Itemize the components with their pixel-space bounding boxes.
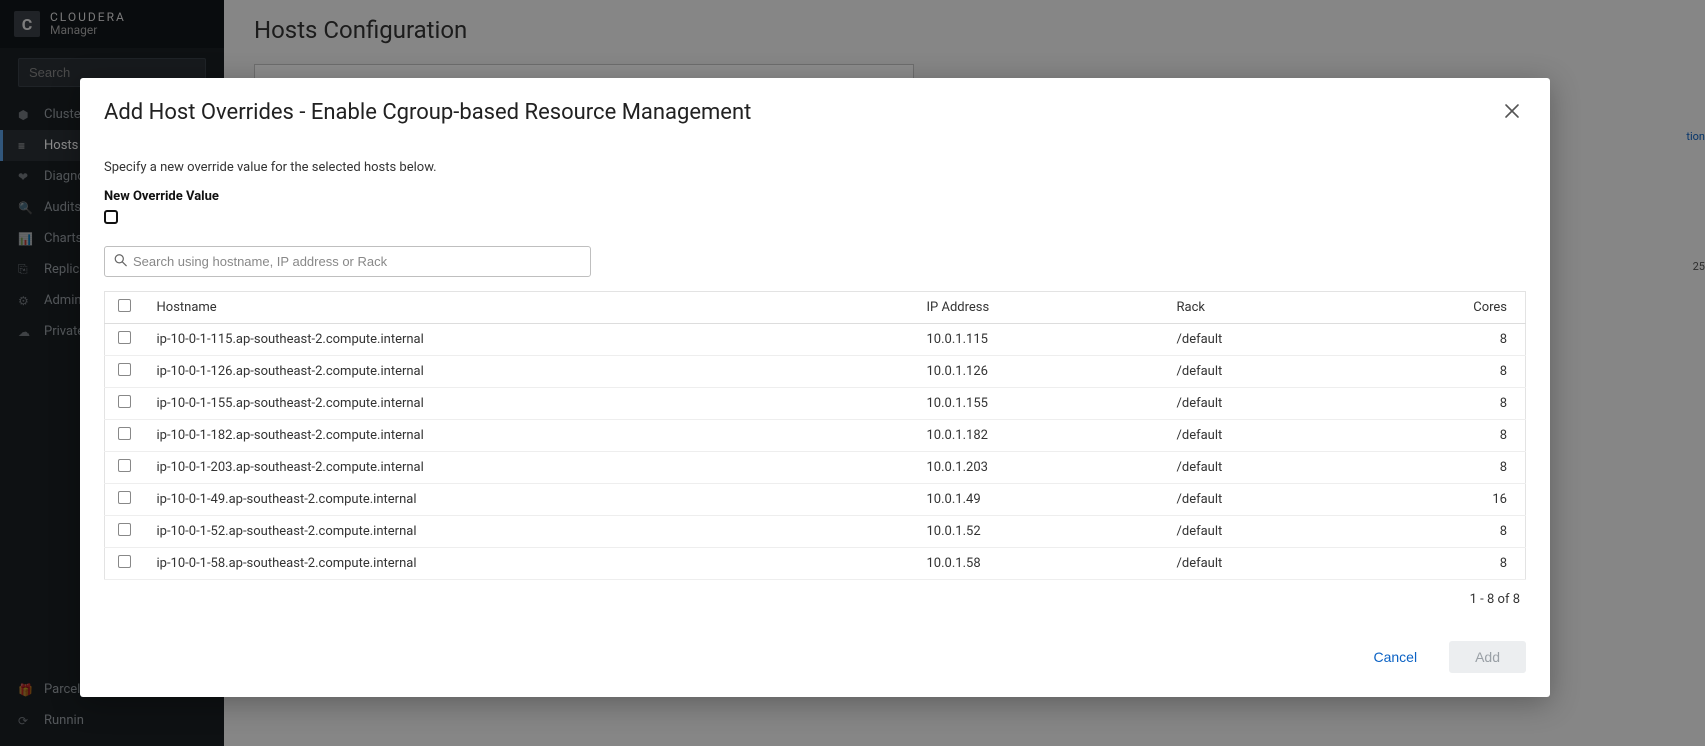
cell-rack: /default — [1165, 420, 1425, 452]
table-row[interactable]: ip-10-0-1-126.ap-southeast-2.compute.int… — [105, 356, 1526, 388]
host-search-input[interactable] — [104, 246, 591, 277]
select-all-checkbox[interactable] — [118, 299, 131, 312]
table-row[interactable]: ip-10-0-1-58.ap-southeast-2.compute.inte… — [105, 548, 1526, 580]
add-host-overrides-modal: Add Host Overrides - Enable Cgroup-based… — [80, 78, 1550, 697]
row-checkbox[interactable] — [118, 331, 131, 344]
cell-rack: /default — [1165, 484, 1425, 516]
row-checkbox[interactable] — [118, 555, 131, 568]
cell-ip: 10.0.1.49 — [915, 484, 1165, 516]
cell-cores: 8 — [1425, 516, 1526, 548]
cell-hostname: ip-10-0-1-115.ap-southeast-2.compute.int… — [145, 324, 915, 356]
modal-body: Specify a new override value for the sel… — [80, 138, 1550, 635]
cell-hostname: ip-10-0-1-49.ap-southeast-2.compute.inte… — [145, 484, 915, 516]
cell-ip: 10.0.1.58 — [915, 548, 1165, 580]
cell-cores: 8 — [1425, 452, 1526, 484]
add-button[interactable]: Add — [1449, 641, 1526, 673]
row-checkbox[interactable] — [118, 363, 131, 376]
row-checkbox[interactable] — [118, 427, 131, 440]
cell-ip: 10.0.1.126 — [915, 356, 1165, 388]
cell-hostname: ip-10-0-1-203.ap-southeast-2.compute.int… — [145, 452, 915, 484]
cell-cores: 8 — [1425, 388, 1526, 420]
override-value-checkbox[interactable] — [104, 210, 118, 224]
cancel-button[interactable]: Cancel — [1357, 641, 1433, 673]
table-row[interactable]: ip-10-0-1-182.ap-southeast-2.compute.int… — [105, 420, 1526, 452]
cell-cores: 8 — [1425, 420, 1526, 452]
row-checkbox[interactable] — [118, 459, 131, 472]
pagination-summary: 1 - 8 of 8 — [104, 580, 1526, 631]
modal-description: Specify a new override value for the sel… — [104, 160, 1526, 175]
table-row[interactable]: ip-10-0-1-115.ap-southeast-2.compute.int… — [105, 324, 1526, 356]
override-value-label: New Override Value — [104, 189, 1526, 204]
col-rack[interactable]: Rack — [1165, 292, 1425, 324]
cell-ip: 10.0.1.182 — [915, 420, 1165, 452]
cell-ip: 10.0.1.115 — [915, 324, 1165, 356]
cell-cores: 16 — [1425, 484, 1526, 516]
hosts-table-header-row: Hostname IP Address Rack Cores — [105, 292, 1526, 324]
row-checkbox[interactable] — [118, 523, 131, 536]
cell-rack: /default — [1165, 516, 1425, 548]
row-checkbox[interactable] — [118, 395, 131, 408]
cell-ip: 10.0.1.52 — [915, 516, 1165, 548]
cell-cores: 8 — [1425, 548, 1526, 580]
search-icon — [114, 253, 127, 270]
modal-header: Add Host Overrides - Enable Cgroup-based… — [80, 78, 1550, 138]
cell-cores: 8 — [1425, 324, 1526, 356]
cell-rack: /default — [1165, 452, 1425, 484]
cell-rack: /default — [1165, 324, 1425, 356]
cell-hostname: ip-10-0-1-182.ap-southeast-2.compute.int… — [145, 420, 915, 452]
cell-hostname: ip-10-0-1-155.ap-southeast-2.compute.int… — [145, 388, 915, 420]
modal-footer: Cancel Add — [80, 635, 1550, 697]
table-row[interactable]: ip-10-0-1-49.ap-southeast-2.compute.inte… — [105, 484, 1526, 516]
modal-title: Add Host Overrides - Enable Cgroup-based… — [104, 100, 1498, 125]
cell-hostname: ip-10-0-1-126.ap-southeast-2.compute.int… — [145, 356, 915, 388]
col-cores[interactable]: Cores — [1425, 292, 1526, 324]
row-checkbox[interactable] — [118, 491, 131, 504]
cell-hostname: ip-10-0-1-58.ap-southeast-2.compute.inte… — [145, 548, 915, 580]
hosts-table: Hostname IP Address Rack Cores ip-10-0-1… — [104, 291, 1526, 580]
table-row[interactable]: ip-10-0-1-52.ap-southeast-2.compute.inte… — [105, 516, 1526, 548]
cell-ip: 10.0.1.203 — [915, 452, 1165, 484]
cell-rack: /default — [1165, 356, 1425, 388]
table-row[interactable]: ip-10-0-1-155.ap-southeast-2.compute.int… — [105, 388, 1526, 420]
cell-cores: 8 — [1425, 356, 1526, 388]
cell-rack: /default — [1165, 548, 1425, 580]
cell-ip: 10.0.1.155 — [915, 388, 1165, 420]
col-hostname[interactable]: Hostname — [145, 292, 915, 324]
host-search — [104, 246, 591, 277]
table-row[interactable]: ip-10-0-1-203.ap-southeast-2.compute.int… — [105, 452, 1526, 484]
cell-hostname: ip-10-0-1-52.ap-southeast-2.compute.inte… — [145, 516, 915, 548]
col-ip[interactable]: IP Address — [915, 292, 1165, 324]
cell-rack: /default — [1165, 388, 1425, 420]
close-icon[interactable] — [1498, 98, 1526, 126]
